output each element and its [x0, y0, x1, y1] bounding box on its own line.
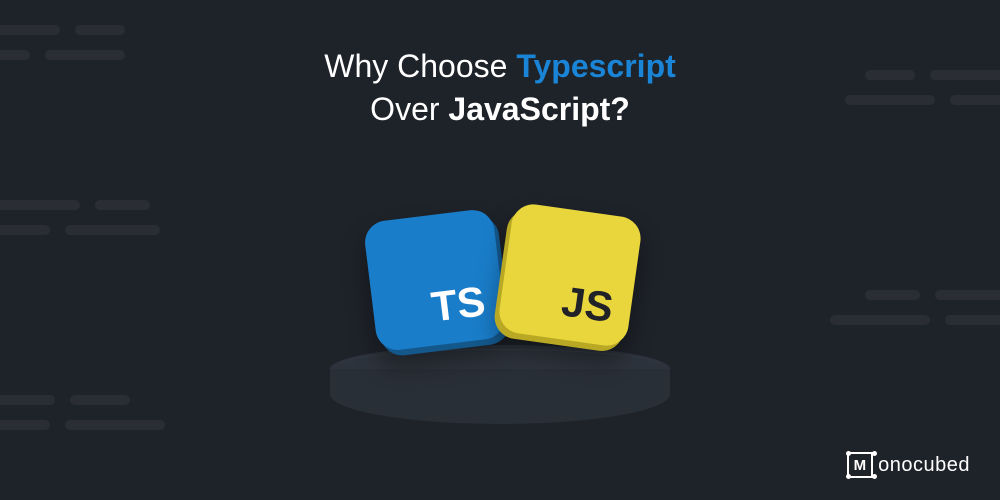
podium [330, 345, 670, 393]
brand-logo: M onocubed [847, 452, 970, 478]
typescript-tile-label: TS [429, 277, 488, 331]
typescript-tile: TS [363, 208, 508, 353]
brand-mark-icon: M [847, 452, 873, 478]
headline-part1: Why Choose [324, 48, 516, 84]
brand-text: onocubed [878, 454, 970, 477]
headline-highlight: Typescript [516, 48, 675, 84]
headline-bold: JavaScript? [448, 91, 629, 127]
javascript-tile: JS [497, 202, 644, 349]
javascript-tile-label: JS [559, 277, 617, 332]
headline-part2: Over [370, 91, 448, 127]
headline: Why Choose Typescript Over JavaScript? [0, 0, 1000, 131]
brand-mark-letter: M [854, 457, 867, 474]
